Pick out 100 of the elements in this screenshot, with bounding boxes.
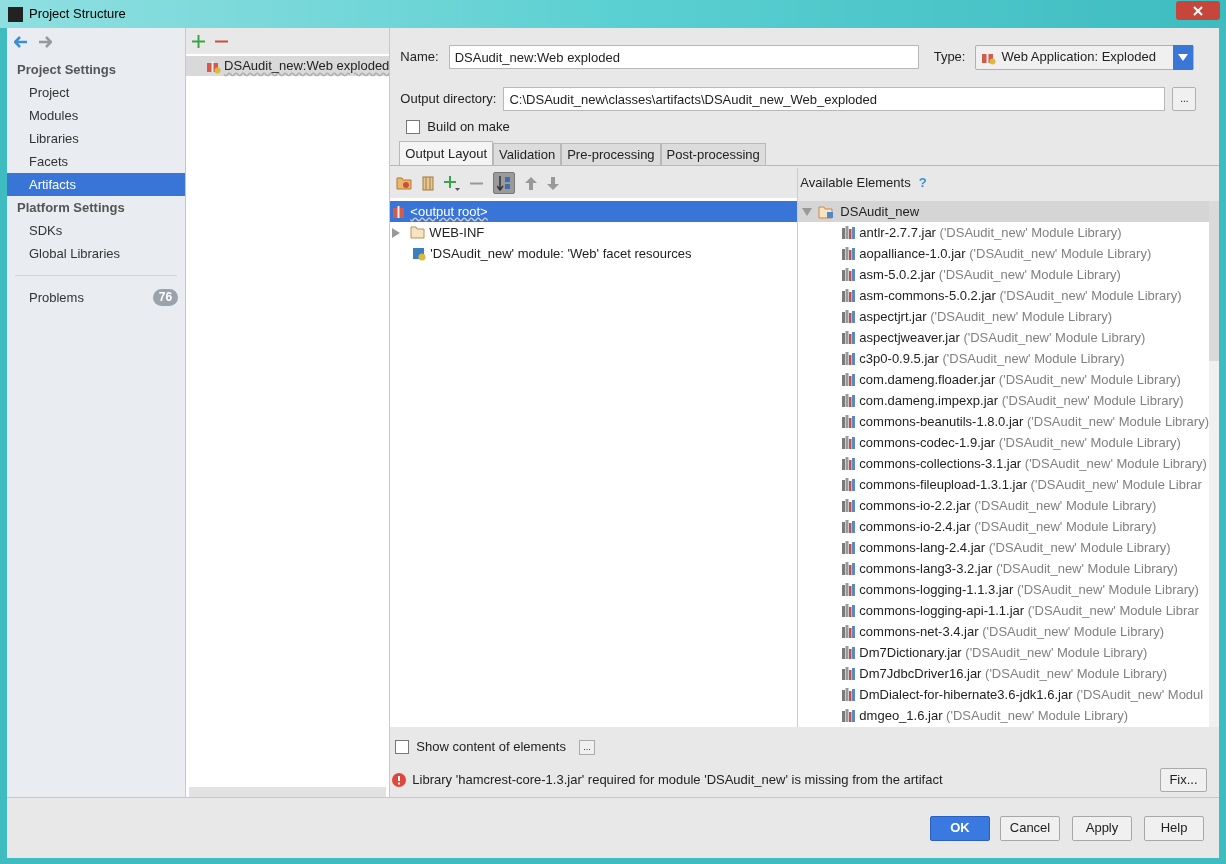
library-item[interactable]: commons-logging-1.1.3.jar ('DSAudit_new' Module Library) <box>798 579 1209 600</box>
tree-item[interactable]: 'DSAudit_new' module: 'Web' facet resources <box>390 243 798 264</box>
library-item[interactable]: commons-fileupload-1.3.1.jar ('DSAudit_new' Module Librar <box>798 474 1209 495</box>
sidebar-item[interactable]: Project <box>7 81 186 104</box>
library-icon <box>842 499 856 512</box>
name-field[interactable]: DSAudit_new:Web exploded <box>448 45 919 69</box>
library-icon <box>842 688 856 701</box>
library-icon <box>842 562 856 575</box>
library-icon <box>842 289 856 302</box>
library-item[interactable]: commons-logging-api-1.1.jar ('DSAudit_new' Module Librar <box>798 600 1209 621</box>
name-label: Name: <box>400 48 439 67</box>
library-icon <box>842 415 856 428</box>
library-item[interactable]: commons-beanutils-1.8.0.jar ('DSAudit_new' Module Library) <box>798 411 1209 432</box>
options-button[interactable]: ... <box>578 739 595 755</box>
fix-button[interactable]: Fix... <box>1160 768 1207 792</box>
new-folder-icon[interactable] <box>396 176 413 190</box>
library-item[interactable]: commons-lang3-3.2.jar ('DSAudit_new' Module Library) <box>798 558 1209 579</box>
tree-item[interactable]: <output root> <box>390 201 798 222</box>
tab[interactable]: Post-processing <box>660 143 766 165</box>
collapse-arrow-icon[interactable] <box>802 207 813 216</box>
library-item[interactable]: com.dameng.impexp.jar ('DSAudit_new' Module Library) <box>798 390 1209 411</box>
tab[interactable]: Output Layout <box>399 141 494 165</box>
library-item[interactable]: dmgeo_1.6.jar ('DSAudit_new' Module Library) <box>798 705 1209 726</box>
add-icon[interactable] <box>444 175 461 191</box>
folder-icon <box>410 226 426 239</box>
tab[interactable]: Pre-processing <box>561 143 661 165</box>
move-down-icon[interactable] <box>547 176 560 190</box>
vertical-scrollbar[interactable] <box>1209 201 1219 361</box>
library-icon <box>842 457 856 470</box>
library-item[interactable]: antlr-2.7.7.jar ('DSAudit_new' Module Library) <box>798 222 1209 243</box>
artifact-item[interactable]: DSAudit_new:Web exploded <box>186 56 390 76</box>
library-item[interactable]: commons-codec-1.9.jar ('DSAudit_new' Module Library) <box>798 432 1209 453</box>
library-item[interactable]: aopalliance-1.0.jar ('DSAudit_new' Module Library) <box>798 243 1209 264</box>
forward-arrow-icon[interactable] <box>38 36 52 48</box>
dialog-button[interactable]: OK <box>930 815 990 841</box>
library-icon <box>842 541 856 554</box>
expand-arrow-icon[interactable] <box>392 227 401 238</box>
tree-item[interactable]: WEB-INF <box>390 222 798 243</box>
library-icon <box>842 520 856 533</box>
sort-toggle-button[interactable] <box>493 172 516 194</box>
app-icon <box>8 6 23 22</box>
output-directory-field[interactable]: C:\DSAudit_new\classes\artifacts\DSAudit_new_Web_exploded <box>503 87 1166 111</box>
library-item[interactable]: Dm7Dictionary.jar ('DSAudit_new' Module Library) <box>798 642 1209 663</box>
library-icon <box>842 310 856 323</box>
show-content-label: Show content of elements <box>416 738 566 757</box>
browse-button[interactable]: ... <box>1172 87 1197 111</box>
dialog-button[interactable]: Help <box>1144 815 1204 841</box>
library-item[interactable]: com.dameng.floader.jar ('DSAudit_new' Module Library) <box>798 369 1209 390</box>
library-item[interactable]: Dm7JdbcDriver16.jar ('DSAudit_new' Module Library) <box>798 663 1209 684</box>
library-icon <box>842 247 856 260</box>
library-icon <box>842 331 856 344</box>
error-icon <box>392 773 407 787</box>
library-item[interactable]: DmDialect-for-hibernate3.6-jdk1.6.jar ('DSAudit_new' Modul <box>798 684 1209 705</box>
archive-icon[interactable] <box>422 175 435 191</box>
library-icon <box>842 352 856 365</box>
library-item[interactable]: commons-collections-3.1.jar ('DSAudit_new' Module Library) <box>798 453 1209 474</box>
problems-count-badge: 76 <box>152 289 179 306</box>
library-item[interactable]: commons-io-2.4.jar ('DSAudit_new' Module Library) <box>798 516 1209 537</box>
window-title: Project Structure <box>29 5 126 24</box>
sidebar-item[interactable]: Libraries <box>7 127 186 150</box>
sidebar-item[interactable]: SDKs <box>7 219 186 242</box>
library-item[interactable]: asm-commons-5.0.2.jar ('DSAudit_new' Module Library) <box>798 285 1209 306</box>
library-icon <box>842 373 856 386</box>
sidebar-item[interactable]: Facets <box>7 150 186 173</box>
library-item[interactable]: c3p0-0.9.5.jar ('DSAudit_new' Module Library) <box>798 348 1209 369</box>
move-up-icon[interactable] <box>525 176 538 190</box>
show-content-checkbox[interactable] <box>395 740 410 754</box>
library-item[interactable]: aspectjrt.jar ('DSAudit_new' Module Library) <box>798 306 1209 327</box>
dialog-button[interactable]: Apply <box>1072 815 1132 841</box>
sidebar-item[interactable]: Modules <box>7 104 186 127</box>
library-item[interactable]: commons-io-2.2.jar ('DSAudit_new' Module Library) <box>798 495 1209 516</box>
library-item[interactable]: aspectjweaver.jar ('DSAudit_new' Module Library) <box>798 327 1209 348</box>
available-elements-title: Available Elements <box>800 174 911 193</box>
output-directory-label: Output directory: <box>400 90 497 109</box>
section-header: Platform Settings <box>16 199 126 217</box>
horizontal-scrollbar[interactable] <box>189 787 387 797</box>
close-icon <box>1193 5 1203 16</box>
build-on-make-checkbox[interactable] <box>406 120 421 134</box>
module-icon <box>412 246 427 261</box>
library-icon <box>842 394 856 407</box>
library-icon <box>842 226 856 239</box>
library-item[interactable]: commons-net-3.4.jar ('DSAudit_new' Module Library) <box>798 621 1209 642</box>
library-icon <box>842 709 856 722</box>
sort-icon <box>497 175 512 191</box>
library-item[interactable]: asm-5.0.2.jar ('DSAudit_new' Module Library) <box>798 264 1209 285</box>
sidebar-item[interactable]: Global Libraries <box>7 242 186 265</box>
back-arrow-icon[interactable] <box>14 36 28 48</box>
module-folder-icon <box>818 204 835 219</box>
add-icon[interactable] <box>192 34 206 48</box>
web-artifact-icon <box>206 58 222 74</box>
close-button[interactable] <box>1176 1 1220 20</box>
type-dropdown[interactable]: Web Application: Exploded <box>975 44 1195 70</box>
library-item[interactable]: commons-lang-2.4.jar ('DSAudit_new' Module Library) <box>798 537 1209 558</box>
tab[interactable]: Validation <box>493 143 562 165</box>
dialog-button[interactable]: Cancel <box>1000 815 1060 841</box>
library-icon <box>842 478 856 491</box>
problems-item[interactable]: Problems <box>29 287 84 308</box>
module-row[interactable]: DSAudit_new <box>798 201 1209 222</box>
sidebar-item[interactable]: Artifacts <box>7 173 186 196</box>
library-icon <box>842 625 856 638</box>
